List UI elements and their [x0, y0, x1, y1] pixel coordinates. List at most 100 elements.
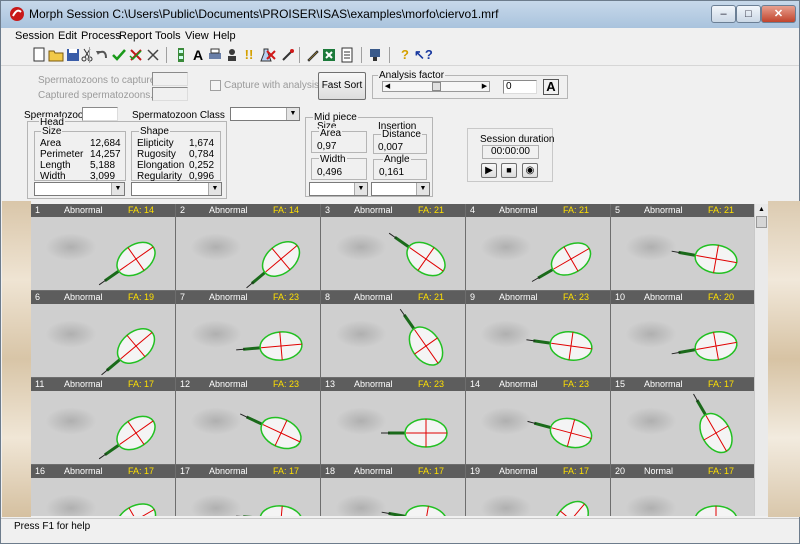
cell-class: Abnormal — [64, 292, 103, 302]
spermatozoon-cell[interactable]: 10 Abnormal FA: 20 — [611, 291, 755, 377]
menu-session[interactable]: Session — [15, 30, 54, 42]
maximize-button[interactable]: □ — [736, 5, 761, 23]
slider-left-arrow-icon[interactable]: ◀ — [383, 82, 392, 91]
help-icon[interactable]: ? — [397, 47, 413, 63]
excel-icon[interactable] — [321, 47, 337, 63]
film-icon[interactable] — [173, 47, 189, 63]
menu-tools[interactable]: Tools — [155, 30, 181, 42]
record-icon[interactable]: ◉ — [522, 163, 538, 178]
midpiece-size-select[interactable]: ▼ — [309, 182, 368, 196]
grid-vertical-scrollbar[interactable]: ▲ — [754, 204, 768, 516]
spermatozoon-cell[interactable]: 2 Abnormal FA: 14 — [176, 204, 320, 290]
spermatozoon-cell[interactable]: 13 Abnormal FA: 23 — [321, 378, 465, 464]
delete-red-icon[interactable] — [263, 47, 279, 63]
spermatozoon-cell[interactable]: 8 Abnormal FA: 21 — [321, 291, 465, 377]
scroll-thumb[interactable] — [756, 216, 767, 228]
cell-fa: FA: 23 — [563, 379, 590, 389]
close-button[interactable]: ✕ — [761, 5, 796, 23]
font-size-icon[interactable]: A — [543, 79, 559, 95]
analysis-factor-value-field[interactable]: 0 — [503, 80, 537, 94]
spermatozoon-cell[interactable]: 16 Abnormal FA: 17 — [31, 465, 175, 516]
spermatozoon-cell[interactable]: 6 Abnormal FA: 19 — [31, 291, 175, 377]
cell-image — [176, 217, 320, 290]
toolbar-separator — [89, 47, 90, 63]
rugosity-value: 0,784 — [189, 149, 215, 160]
spermatozoon-field[interactable] — [82, 107, 118, 121]
head-size-select[interactable]: ▼ — [34, 182, 125, 196]
analysis-factor-slider[interactable]: ◀ ▶ — [382, 81, 490, 92]
head-shape-select[interactable]: ▼ — [131, 182, 222, 196]
scroll-up-icon[interactable]: ▲ — [756, 205, 767, 215]
menu-view[interactable]: View — [185, 30, 209, 42]
spermatozoon-cell[interactable]: 7 Abnormal FA: 23 — [176, 291, 320, 377]
cell-number: 20 — [615, 466, 626, 476]
scissors-icon[interactable] — [79, 47, 95, 63]
spermatozoon-cell[interactable]: 11 Abnormal FA: 17 — [31, 378, 175, 464]
spermatozoon-cell[interactable]: 18 Abnormal FA: 17 — [321, 465, 465, 516]
cell-class: Abnormal — [644, 205, 683, 215]
minimize-button[interactable]: – — [711, 5, 736, 23]
connect-icon[interactable] — [368, 47, 384, 63]
insertion-select[interactable]: ▼ — [371, 182, 430, 196]
spermatozoon-cell[interactable]: 12 Abnormal FA: 23 — [176, 378, 320, 464]
stop-icon[interactable]: ■ — [501, 163, 517, 178]
spermatozoon-cell[interactable]: 19 Abnormal FA: 17 — [466, 465, 610, 516]
spermatozoon-cell[interactable]: 14 Abnormal FA: 23 — [466, 378, 610, 464]
cell-fa: FA: 17 — [708, 379, 735, 389]
spermatozoon-cell[interactable]: 5 Abnormal FA: 21 — [611, 204, 755, 290]
cell-class: Abnormal — [209, 466, 248, 476]
spermatozoon-cell[interactable]: 15 Abnormal FA: 17 — [611, 378, 755, 464]
slider-thumb[interactable] — [432, 82, 441, 91]
cell-header: 17 Abnormal FA: 17 — [176, 465, 320, 478]
check-icon[interactable] — [111, 47, 127, 63]
cell-header: 14 Abnormal FA: 23 — [466, 378, 610, 391]
context-help-icon[interactable]: ↖? — [414, 47, 433, 63]
head-perimeter-value: 14,257 — [90, 149, 121, 160]
cell-fa: FA: 21 — [563, 205, 590, 215]
print-icon[interactable] — [207, 47, 223, 63]
angle-value: 0,161 — [379, 167, 405, 178]
cell-image — [176, 478, 320, 516]
cell-number: 14 — [470, 379, 481, 389]
fast-sort-button[interactable]: Fast Sort — [318, 72, 366, 100]
toolbar: A !! ? ↖? — [1, 44, 799, 66]
font-icon[interactable]: A — [190, 47, 206, 63]
menu-edit[interactable]: Edit — [58, 30, 77, 42]
open-folder-icon[interactable] — [48, 47, 64, 63]
pencil-icon[interactable] — [305, 47, 321, 63]
undo-icon[interactable] — [94, 47, 110, 63]
spermatozoon-cell[interactable]: 20 Normal FA: 17 — [611, 465, 755, 516]
spermatozoon-cell[interactable]: 9 Abnormal FA: 23 — [466, 291, 610, 377]
menu-report[interactable]: Report — [119, 30, 152, 42]
scissors-cut-icon[interactable] — [145, 47, 161, 63]
capture-with-analysis-label: Capture with analysis — [224, 80, 320, 91]
spermatozoon-cell[interactable]: 1 Abnormal FA: 14 — [31, 204, 175, 290]
warning-icon[interactable]: !! — [241, 47, 257, 63]
window-title: Morph Session C:\Users\Public\Documents\… — [29, 7, 499, 21]
new-file-icon[interactable] — [31, 47, 47, 63]
edit-red-icon[interactable] — [280, 47, 296, 63]
cell-class: Abnormal — [644, 292, 683, 302]
document-icon[interactable] — [339, 47, 355, 63]
elongation-value: 0,252 — [189, 160, 215, 171]
cross-check-icon[interactable] — [128, 47, 144, 63]
cell-class: Abnormal — [64, 379, 103, 389]
cell-image — [321, 304, 465, 377]
spermatozoon-cell[interactable]: 4 Abnormal FA: 21 — [466, 204, 610, 290]
spermatozoon-cell[interactable]: 3 Abnormal FA: 21 — [321, 204, 465, 290]
slider-right-arrow-icon[interactable]: ▶ — [480, 82, 489, 91]
play-icon[interactable]: ▶ — [481, 163, 497, 178]
cell-header: 4 Abnormal FA: 21 — [466, 204, 610, 217]
head-size-label: Size — [41, 126, 63, 137]
menu-process[interactable]: Process — [81, 30, 121, 42]
menu-help[interactable]: Help — [213, 30, 236, 42]
spermatozoon-class-select[interactable]: ▼ — [230, 107, 300, 121]
cell-class: Abnormal — [354, 292, 393, 302]
status-text: Press F1 for help — [14, 521, 91, 532]
rugosity-label: Rugosity — [137, 149, 176, 160]
spermatozoon-cell[interactable]: 17 Abnormal FA: 17 — [176, 465, 320, 516]
robot-icon[interactable] — [224, 47, 240, 63]
title-bar[interactable]: Morph Session C:\Users\Public\Documents\… — [1, 1, 799, 28]
capture-with-analysis-checkbox[interactable] — [210, 80, 221, 91]
cell-image — [321, 478, 465, 516]
